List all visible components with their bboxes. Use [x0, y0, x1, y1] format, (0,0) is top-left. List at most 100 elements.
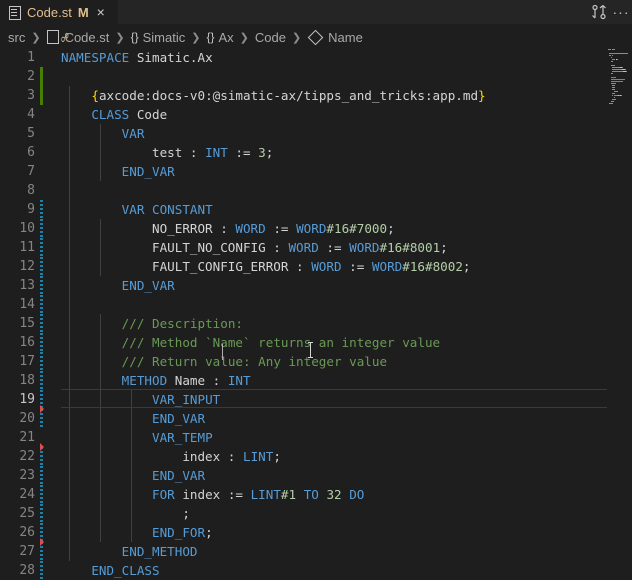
code-line[interactable]: 15 /// Description: [0, 314, 632, 333]
line-number: 15 [19, 316, 35, 331]
code-line[interactable]: 14 [0, 295, 632, 314]
code-line[interactable]: 13 END_VAR [0, 276, 632, 295]
breadcrumb-folder-src[interactable]: src [8, 30, 25, 45]
namespace-icon: {} [130, 30, 139, 44]
line-number: 14 [19, 297, 35, 312]
code-token: #16#8001 [379, 240, 441, 255]
code-editor[interactable]: 1 NAMESPACE Simatic.Ax 2 3 {axcode:docs-v0:… [0, 47, 632, 580]
line-number: 19 [19, 392, 35, 407]
method-cube-icon [307, 29, 324, 45]
compare-changes-icon[interactable] [588, 3, 610, 21]
breadcrumb-namespace-ax[interactable]: {} Ax [206, 30, 233, 45]
breadcrumb-class-code[interactable]: ☍ Code [61, 30, 286, 45]
code-line[interactable]: 2 [0, 67, 632, 86]
class-icon: ☍ [61, 29, 69, 45]
code-line[interactable]: 27 END_METHOD [0, 542, 632, 561]
code-token: WORD [311, 259, 342, 274]
tab-modified-indicator: M [77, 4, 89, 20]
breadcrumb: src ❯ Code.st ❯ {} Simatic ❯ {} Ax ❯ ☍ Code… [0, 26, 632, 48]
code-line[interactable]: 18 METHOD Name : INT [0, 371, 632, 390]
code-line[interactable]: 22 index : LINT; [0, 447, 632, 466]
code-token: NO_ERROR : [61, 221, 236, 236]
minimap-line [622, 67, 624, 68]
minimap-line [610, 79, 626, 80]
code-token: WORD [296, 221, 327, 236]
minimap-line [609, 103, 613, 104]
code-line[interactable]: 24 FOR index := LINT#1 TO 32 DO [0, 485, 632, 504]
code-text: VAR_INPUT [61, 390, 220, 409]
code-token: /// Description: [121, 316, 243, 331]
code-token: Code [129, 107, 168, 122]
breadcrumb-namespace-simatic[interactable]: {} Simatic [131, 30, 186, 45]
code-line[interactable]: 1 NAMESPACE Simatic.Ax [0, 48, 632, 67]
code-text: NAMESPACE Simatic.Ax [61, 48, 213, 67]
minimap-line [616, 59, 618, 60]
code-line[interactable]: 20 END_VAR [0, 409, 632, 428]
minimap-line [615, 83, 617, 84]
code-token: 32 [326, 487, 342, 502]
code-line[interactable]: 23 END_VAR [0, 466, 632, 485]
code-token: ; [265, 145, 274, 160]
code-token: axcode:docs-v0:@simatic-ax/tipps_and_tri… [98, 88, 479, 103]
code-line[interactable]: 10 NO_ERROR : WORD := WORD#16#7000; [0, 219, 632, 238]
code-line[interactable]: 5 VAR [0, 124, 632, 143]
line-number: 10 [19, 221, 35, 236]
code-line[interactable]: 7 END_VAR [0, 162, 632, 181]
editor-tab-code-st[interactable]: Code.st M × [0, 0, 118, 24]
code-token: #1 [280, 487, 297, 502]
line-number: 7 [27, 164, 35, 179]
line-number: 2 [27, 69, 35, 84]
breadcrumb-file[interactable]: Code.st [46, 30, 109, 45]
code-token: LINT [242, 449, 274, 464]
code-token: INT [227, 373, 251, 388]
code-token: /// Return value: Any integer value [121, 354, 388, 369]
text-cursor [222, 344, 223, 360]
code-text: ; [61, 504, 190, 523]
code-line[interactable]: 28 END_CLASS [0, 561, 632, 580]
code-text: END_METHOD [61, 542, 198, 561]
code-token: CONSTANT [152, 202, 213, 217]
code-text: END_CLASS [61, 561, 159, 580]
breadcrumb-method-name[interactable]: Name [307, 29, 363, 45]
code-line[interactable]: 26 END_FOR; [0, 523, 632, 542]
code-line[interactable]: 16 /// Method `Name` returns an integer … [0, 333, 632, 352]
code-token: VAR_TEMP [152, 430, 213, 445]
code-line[interactable]: 8 [0, 181, 632, 200]
line-number: 5 [27, 126, 35, 141]
code-token: } [478, 88, 486, 103]
code-token: index := [174, 487, 251, 502]
code-line[interactable]: 4 CLASS Code [0, 105, 632, 124]
code-token: test : [61, 145, 206, 160]
minimap-line [620, 95, 622, 96]
more-actions-icon[interactable]: ··· [612, 3, 630, 21]
line-number: 4 [27, 107, 35, 122]
minimap-line [613, 97, 615, 98]
minimap-line [612, 87, 615, 88]
code-line[interactable]: 9 VAR CONSTANT [0, 200, 632, 219]
code-token: END_VAR [152, 411, 206, 426]
mouse-ibeam-icon [308, 341, 314, 359]
minimap[interactable] [606, 47, 632, 117]
tab-close-icon[interactable]: × [97, 4, 105, 20]
code-line[interactable]: 25 ; [0, 504, 632, 523]
code-token: #16#7000 [326, 221, 388, 236]
code-token: { [91, 88, 99, 103]
code-line[interactable]: 21 VAR_TEMP [0, 428, 632, 447]
code-token: := [265, 221, 297, 236]
code-line[interactable]: 19 VAR_INPUT [0, 390, 632, 409]
code-line[interactable]: 11 FAULT_NO_CONFIG : WORD := WORD#16#800… [0, 238, 632, 257]
code-text: test : INT := 3; [61, 143, 273, 162]
code-line[interactable]: 6 test : INT := 3; [0, 143, 632, 162]
code-token: END_FOR [152, 525, 206, 540]
line-number: 21 [19, 430, 35, 445]
tab-bar: Code.st M × ··· [0, 0, 632, 24]
code-line[interactable]: 12 FAULT_CONFIG_ERROR : WORD := WORD#16#… [0, 257, 632, 276]
line-number: 1 [27, 50, 35, 65]
code-line[interactable]: 17 /// Return value: Any integer value [0, 352, 632, 371]
code-token: := [227, 145, 259, 160]
code-line[interactable]: 3 {axcode:docs-v0:@simatic-ax/tipps_and_… [0, 86, 632, 105]
chevron-right-icon: ❯ [115, 31, 125, 44]
